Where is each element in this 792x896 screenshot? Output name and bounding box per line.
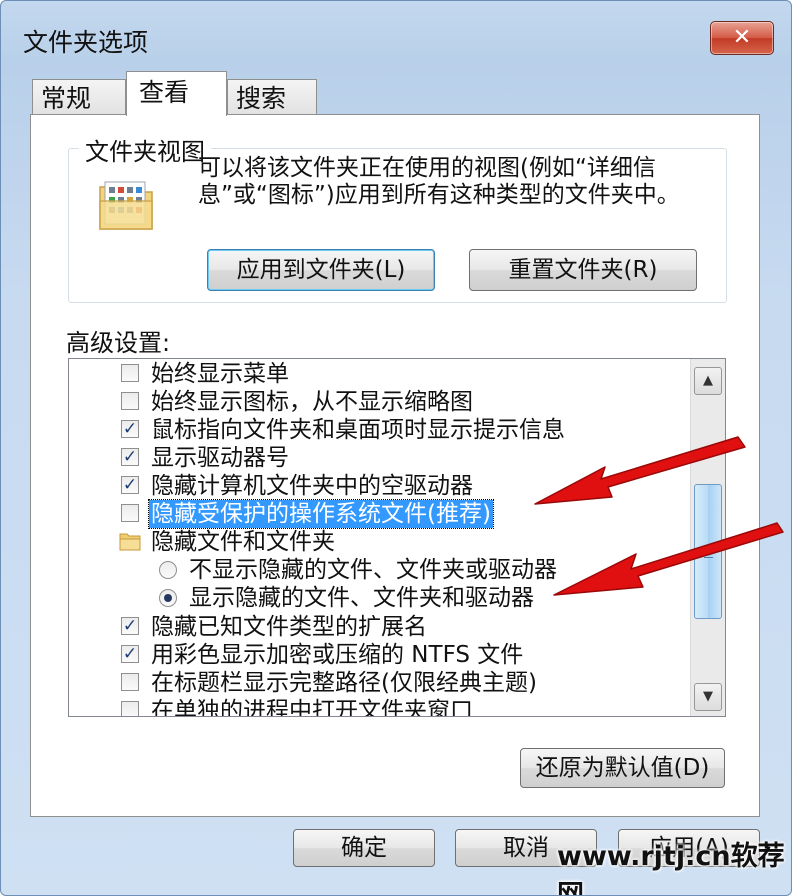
advanced-settings-label: 高级设置: (66, 329, 171, 357)
button-label: 应用到文件夹(L) (236, 257, 406, 283)
list-item[interactable]: 在标题栏显示完整路径(仅限经典主题) (69, 669, 689, 697)
folder-options-window: 文件夹选项 ✕ 常规 查看 搜索 文件夹视图 可以将该文件夹正在使用的视图(例如… (0, 0, 792, 896)
window-title: 文件夹选项 (23, 28, 149, 57)
checkbox-checked[interactable]: ✓ (121, 476, 139, 494)
list-item[interactable]: 显示隐藏的文件、文件夹和驱动器 (69, 584, 689, 612)
scroll-up-button[interactable]: ▲ (694, 367, 722, 395)
radio-button[interactable] (159, 561, 177, 579)
list-item[interactable]: ✓ 隐藏已知文件类型的扩展名 (69, 613, 689, 641)
watermark-text: www.rjtj.cn软荐网 (557, 841, 785, 896)
list-item-label: 在单独的进程中打开文件夹窗口 (151, 698, 473, 717)
list-item-label: 始终显示菜单 (151, 361, 289, 387)
radio-button-selected[interactable] (159, 589, 177, 607)
list-item-label: 隐藏文件和文件夹 (151, 529, 335, 555)
advanced-settings-list[interactable]: 始终显示菜单 始终显示图标，从不显示缩略图 ✓ 鼠标指向文件夹和桌面项时显示提示… (68, 358, 726, 717)
list-item-selected[interactable]: 隐藏受保护的操作系统文件(推荐) (69, 499, 689, 529)
checkbox[interactable] (121, 504, 139, 522)
grip-line (704, 549, 713, 550)
tab-label: 查看 (139, 78, 190, 107)
list-item-label: 在标题栏显示完整路径(仅限经典主题) (151, 670, 537, 696)
view-tab-panel: 文件夹视图 可以将该文件夹正在使用的视图(例如“详细信息”或“图标”)应用到所有… (30, 114, 760, 817)
button-label: 重置文件夹(R) (508, 257, 658, 283)
tab-label: 常规 (41, 84, 92, 113)
reset-folders-button[interactable]: 重置文件夹(R) (469, 249, 697, 291)
list-item-label: 鼠标指向文件夹和桌面项时显示提示信息 (151, 417, 565, 443)
list-item[interactable]: 隐藏文件和文件夹 (69, 528, 689, 556)
close-button[interactable]: ✕ (710, 21, 774, 55)
chevron-down-icon: ▼ (703, 689, 713, 704)
restore-defaults-button[interactable]: 还原为默认值(D) (520, 748, 725, 788)
list-item[interactable]: ✓ 用彩色显示加密或压缩的 NTFS 文件 (69, 641, 689, 669)
checkbox[interactable] (121, 364, 139, 382)
list-item-label: 不显示隐藏的文件、文件夹或驱动器 (189, 557, 557, 583)
grip-line (704, 557, 713, 558)
grip-line (704, 545, 713, 546)
checkbox-checked[interactable]: ✓ (121, 448, 139, 466)
checkbox[interactable] (121, 392, 139, 410)
scroll-thumb[interactable] (694, 484, 722, 619)
chevron-up-icon: ▲ (703, 373, 713, 388)
checkbox-checked[interactable]: ✓ (121, 645, 139, 663)
list-item[interactable]: 不显示隐藏的文件、文件夹或驱动器 (69, 556, 689, 584)
list-item[interactable]: ✓ 显示驱动器号 (69, 444, 689, 472)
apply-to-folders-button[interactable]: 应用到文件夹(L) (207, 249, 435, 291)
list-item-label: 隐藏受保护的操作系统文件(推荐) (148, 499, 494, 529)
list-item[interactable]: 在单独的进程中打开文件夹窗口 (69, 697, 689, 717)
tab-search[interactable]: 搜索 (227, 79, 317, 115)
ok-button[interactable]: 确定 (293, 829, 435, 867)
tab-label: 搜索 (236, 84, 287, 113)
checkbox-checked[interactable]: ✓ (121, 420, 139, 438)
grip-line (704, 553, 713, 554)
folder-views-title: 文件夹视图 (79, 132, 211, 167)
list-item[interactable]: 始终显示图标，从不显示缩略图 (69, 388, 689, 416)
vertical-scrollbar[interactable]: ▲ ▼ (690, 359, 725, 716)
button-label: 取消 (503, 835, 549, 861)
list-item-label: 始终显示图标，从不显示缩略图 (151, 389, 473, 415)
checkbox[interactable] (121, 673, 139, 691)
close-icon: ✕ (732, 25, 752, 50)
folder-view-icon (99, 181, 153, 230)
list-item-label: 用彩色显示加密或压缩的 NTFS 文件 (151, 642, 524, 668)
list-item-label: 显示隐藏的文件、文件夹和驱动器 (189, 585, 534, 611)
scroll-down-button[interactable]: ▼ (694, 683, 722, 711)
list-item[interactable]: ✓ 隐藏计算机文件夹中的空驱动器 (69, 472, 689, 500)
list-item-label: 显示驱动器号 (151, 445, 289, 471)
tab-view[interactable]: 查看 (126, 71, 227, 116)
checkbox[interactable] (121, 701, 139, 716)
folder-icon (119, 533, 141, 551)
folder-views-description: 可以将该文件夹正在使用的视图(例如“详细信息”或“图标”)应用到所有这种类型的文… (198, 155, 680, 208)
button-label: 确定 (341, 835, 387, 861)
radio-dot (164, 594, 172, 602)
button-label: 还原为默认值(D) (535, 755, 710, 781)
list-item[interactable]: ✓ 鼠标指向文件夹和桌面项时显示提示信息 (69, 416, 689, 444)
tab-general[interactable]: 常规 (32, 79, 126, 115)
list-item-label: 隐藏计算机文件夹中的空驱动器 (151, 473, 473, 499)
list-item[interactable]: 始终显示菜单 (69, 360, 689, 388)
checkbox-checked[interactable]: ✓ (121, 617, 139, 635)
list-item-label: 隐藏已知文件类型的扩展名 (151, 614, 427, 640)
